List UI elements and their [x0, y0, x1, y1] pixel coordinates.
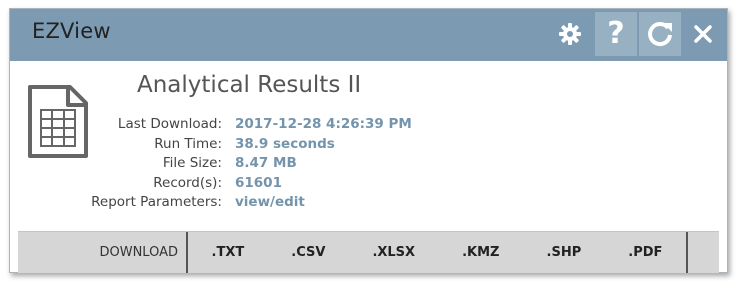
download-shp-button[interactable]: .SHP: [541, 241, 588, 264]
close-button[interactable]: [685, 12, 721, 56]
view-edit-link[interactable]: view/edit: [235, 193, 305, 213]
download-txt-button[interactable]: .TXT: [206, 241, 251, 264]
ezview-panel: EZView ? Analytical Results II Last Down…: [9, 8, 728, 273]
run-time-label: Run Time:: [154, 135, 222, 152]
help-icon: ?: [607, 16, 625, 51]
refresh-icon: [648, 22, 672, 47]
detail-row-run-time: Run Time: 38.9 seconds: [70, 135, 412, 155]
settings-button[interactable]: [551, 12, 589, 56]
report-parameters-label: Report Parameters:: [91, 194, 222, 210]
download-xlsx-button[interactable]: .XLSX: [366, 241, 421, 264]
window-title: EZView: [32, 19, 111, 43]
records-label: Record(s):: [153, 174, 222, 191]
report-details: Last Download: 2017-12-28 4:26:39 PM Run…: [70, 115, 412, 213]
download-bar: DOWNLOAD .TXT .CSV .XLSX .KMZ .SHP .PDF: [18, 231, 719, 273]
close-icon: [694, 25, 712, 43]
panel-header: EZView ?: [10, 9, 727, 61]
detail-row-last-download: Last Download: 2017-12-28 4:26:39 PM: [70, 115, 412, 135]
gear-icon: [559, 23, 581, 45]
last-download-value: 2017-12-28 4:26:39 PM: [235, 116, 412, 132]
download-divider-right: [686, 232, 688, 273]
download-label: DOWNLOAD: [99, 245, 178, 260]
file-size-value: 8.47 MB: [235, 155, 297, 171]
detail-row-records: Record(s): 61601: [70, 174, 412, 194]
run-time-value: 38.9 seconds: [235, 135, 335, 152]
download-format-buttons: .TXT .CSV .XLSX .KMZ .SHP .PDF: [188, 232, 686, 273]
download-csv-button[interactable]: .CSV: [285, 241, 331, 264]
report-title: Analytical Results II: [137, 72, 362, 98]
help-button[interactable]: ?: [595, 12, 637, 56]
file-size-label: File Size:: [162, 155, 222, 171]
download-kmz-button[interactable]: .KMZ: [456, 241, 505, 264]
last-download-label: Last Download:: [117, 116, 222, 132]
records-value: 61601: [235, 174, 282, 191]
refresh-button[interactable]: [639, 12, 681, 56]
download-pdf-button[interactable]: .PDF: [622, 241, 668, 264]
detail-row-file-size: File Size: 8.47 MB: [70, 154, 412, 174]
detail-row-report-parameters: Report Parameters: view/edit: [70, 193, 412, 213]
